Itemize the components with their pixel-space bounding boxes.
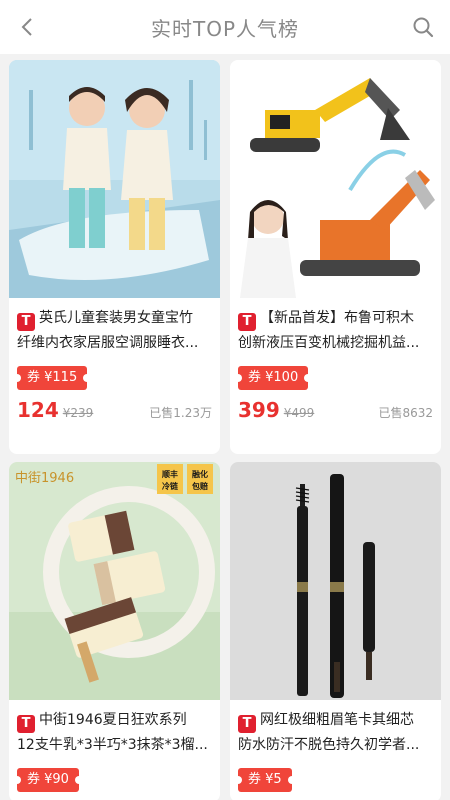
- product-image[interactable]: 中街1946 顺丰 冷链 融化 包赔: [9, 462, 220, 700]
- tmall-badge-icon: T: [238, 715, 256, 733]
- original-price: ¥499: [283, 406, 315, 420]
- svg-text:顺丰: 顺丰: [162, 469, 178, 479]
- excavator-toy-image: [230, 60, 441, 298]
- ice-cream-image: 中街1946 顺丰 冷链 融化 包赔: [9, 462, 220, 700]
- svg-text:中街1946: 中街1946: [15, 471, 74, 486]
- product-name[interactable]: T 【新品首发】布鲁可积木 创新液压百变机械挖掘机益...: [238, 306, 433, 356]
- svg-text:包赔: 包赔: [191, 481, 208, 491]
- coupon-badge[interactable]: 券 ¥5: [234, 768, 296, 792]
- svg-text:融化: 融化: [192, 469, 208, 479]
- sold-count: 已售8632: [378, 406, 433, 420]
- product-image[interactable]: [230, 462, 441, 700]
- tmall-badge-icon: T: [17, 715, 35, 733]
- coupon-badge[interactable]: 券 ¥90: [13, 768, 83, 792]
- tmall-badge-icon: T: [238, 313, 256, 331]
- coupon-badge[interactable]: 券 ¥100: [233, 366, 313, 390]
- product-name[interactable]: T 中街1946夏日狂欢系列 12支牛乳*3半巧*3抹茶*3榴...: [17, 708, 212, 758]
- search-button[interactable]: [408, 12, 438, 42]
- product-card[interactable]: T 网红极细粗眉笔卡其细芯 防水防汗不脱色持久初学者... 券 ¥5: [230, 462, 441, 800]
- sold-count: 已售1.23万: [149, 406, 212, 420]
- chevron-left-icon: [21, 18, 32, 36]
- eyebrow-pencil-image: [230, 462, 441, 700]
- kids-pajamas-image: [9, 60, 220, 298]
- tmall-badge-icon: T: [17, 313, 35, 331]
- top-bar: 实时TOP人气榜: [0, 0, 450, 54]
- price: 399: [238, 398, 280, 422]
- product-name[interactable]: T 英氏儿童套装男女童宝竹 纤维内衣家居服空调服睡衣...: [17, 306, 212, 356]
- product-name[interactable]: T 网红极细粗眉笔卡其细芯 防水防汗不脱色持久初学者...: [238, 708, 433, 758]
- product-image[interactable]: [230, 60, 441, 298]
- product-image[interactable]: [9, 60, 220, 298]
- coupon-badge[interactable]: 券 ¥115: [12, 366, 92, 390]
- product-card[interactable]: T 【新品首发】布鲁可积木 创新液压百变机械挖掘机益... 券 ¥100 399 …: [230, 60, 441, 454]
- svg-text:冷链: 冷链: [162, 481, 179, 491]
- search-icon: [413, 17, 434, 38]
- back-button[interactable]: [14, 13, 42, 41]
- original-price: ¥239: [62, 406, 94, 420]
- page-title: 实时TOP人气榜: [150, 16, 300, 41]
- price: 124: [17, 398, 59, 422]
- product-card[interactable]: 中街1946 顺丰 冷链 融化 包赔 T 中街1946夏日狂欢系列 12支牛乳*3…: [9, 462, 220, 800]
- product-card[interactable]: T 英氏儿童套装男女童宝竹 纤维内衣家居服空调服睡衣... 券 ¥115 124 …: [9, 60, 220, 454]
